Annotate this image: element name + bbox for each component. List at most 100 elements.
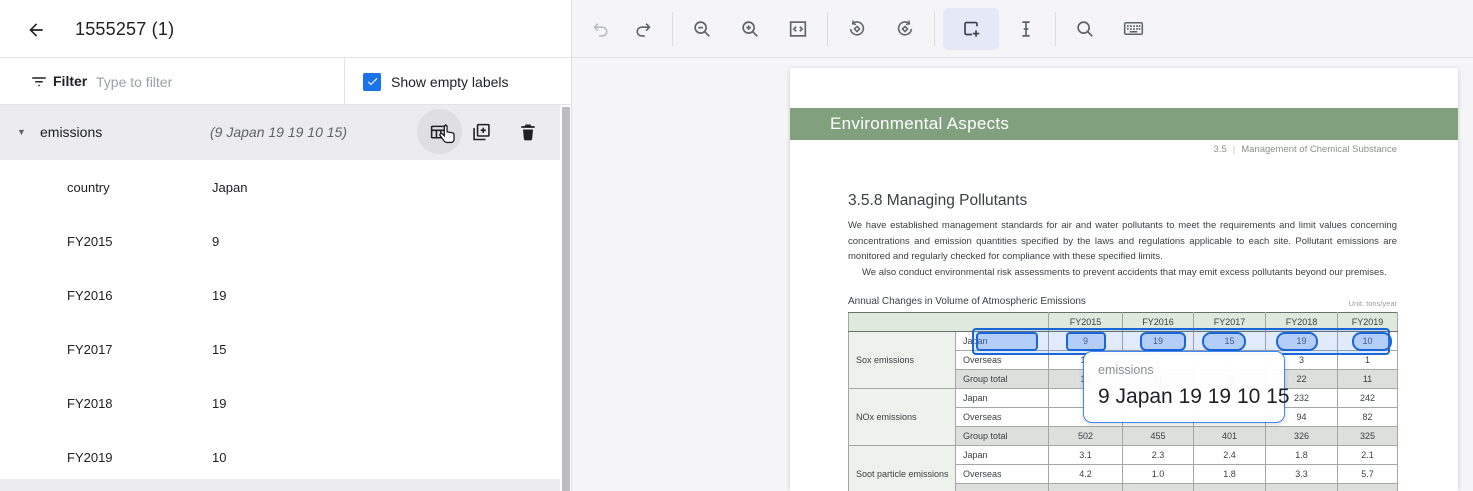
crumb-number: 3.5: [1214, 144, 1227, 155]
filter-icon: [30, 72, 48, 90]
labels-panel: 1555257 (1) Filter Show empty labels ▼ e…: [0, 0, 572, 491]
annotation-box-fy2015[interactable]: [1066, 332, 1106, 351]
redo-button[interactable]: [622, 8, 664, 50]
annotation-box-fy2019[interactable]: [1352, 332, 1392, 351]
table-title: Annual Changes in Volume of Atmospheric …: [848, 296, 1086, 307]
field-row-fy2015[interactable]: FY2015 9: [0, 217, 548, 271]
filter-bar: Filter Show empty labels: [0, 58, 571, 105]
delete-label-button[interactable]: [516, 120, 540, 144]
table-value-cell: [1123, 484, 1194, 491]
field-label: FY2015: [67, 234, 113, 249]
annotation-box-fy2016[interactable]: [1140, 332, 1186, 351]
table-value-cell: 82: [1338, 408, 1398, 427]
document-viewer: Environmental Aspects 3.5|Management of …: [572, 0, 1473, 491]
toolbar-divider: [1055, 12, 1056, 46]
text-select-button[interactable]: [1005, 8, 1047, 50]
table-value-cell: 2.1: [1338, 446, 1398, 465]
field-row-fy2016[interactable]: FY2016 19: [0, 271, 548, 325]
field-label: FY2017: [67, 342, 113, 357]
field-value: 15: [212, 342, 226, 357]
table-value-cell: 4.2: [1049, 465, 1123, 484]
table-subcategory-cell: Group total: [956, 370, 1049, 389]
field-label: country: [67, 180, 110, 195]
table-value-cell: 3.3: [1266, 465, 1338, 484]
table-value-cell: [1338, 484, 1398, 491]
annotation-box-fy2018[interactable]: [1276, 332, 1318, 351]
table-value-cell: 5.7: [1338, 465, 1398, 484]
rotate-right-button[interactable]: [884, 8, 926, 50]
next-label-row-partial: [0, 479, 560, 491]
field-value: 10: [212, 450, 226, 465]
table-category-cell: NOx emissions: [849, 389, 956, 446]
fit-to-width-button[interactable]: [777, 8, 819, 50]
field-label: FY2016: [67, 288, 113, 303]
filter-input[interactable]: [96, 69, 336, 94]
table-value-cell: 326: [1266, 427, 1338, 446]
search-button[interactable]: [1064, 8, 1106, 50]
rotate-left-button[interactable]: [836, 8, 878, 50]
doc-heading: 3.5.8 Managing Pollutants: [848, 192, 1027, 210]
table-value-cell: 242: [1338, 389, 1398, 408]
field-label: FY2018: [67, 396, 113, 411]
table-value-cell: 1.8: [1266, 446, 1338, 465]
field-row-fy2018[interactable]: FY2018 19: [0, 379, 548, 433]
add-region-button-selected[interactable]: [943, 8, 999, 50]
table-value-cell: [1049, 484, 1123, 491]
text-select-icon: [1015, 18, 1037, 40]
table-subcategory-cell: Group total: [956, 427, 1049, 446]
toolbar-divider: [672, 12, 673, 46]
toolbar-divider: [827, 12, 828, 46]
zoom-out-icon: [691, 18, 713, 40]
back-button[interactable]: [20, 14, 52, 46]
add-region-icon: [960, 18, 982, 40]
rotate-right-icon: [894, 18, 916, 40]
duplicate-label-button[interactable]: [469, 120, 493, 144]
annotation-box-fy2017[interactable]: [1202, 332, 1246, 351]
keyboard-button[interactable]: [1112, 8, 1154, 50]
table-value-cell: 1.0: [1123, 465, 1194, 484]
table-subcategory-cell: Japan: [956, 389, 1049, 408]
table-unit-label: Unit: tons/year: [1349, 299, 1397, 308]
table-category-cell: Sox emissions: [849, 332, 956, 389]
panel-header: 1555257 (1): [0, 0, 571, 58]
viewer-toolbar: [572, 0, 1473, 58]
keyboard-icon: [1122, 17, 1145, 40]
field-row-country[interactable]: country Japan: [0, 163, 548, 217]
zoom-out-button[interactable]: [681, 8, 723, 50]
table-value-cell: 325: [1338, 427, 1398, 446]
field-value: 19: [212, 288, 226, 303]
zoom-in-button[interactable]: [729, 8, 771, 50]
table-value-cell: [1266, 484, 1338, 491]
field-value: Japan: [212, 180, 247, 195]
table-value-cell: 1.8: [1194, 465, 1266, 484]
document-title: 1555257 (1): [75, 0, 174, 58]
rotate-left-icon: [846, 18, 868, 40]
undo-button[interactable]: [580, 8, 622, 50]
page-canvas[interactable]: Environmental Aspects 3.5|Management of …: [572, 58, 1473, 491]
fit-code-icon: [787, 18, 809, 40]
crumb-divider: |: [1227, 144, 1241, 155]
back-arrow-icon: [26, 20, 46, 40]
trash-icon: [518, 122, 538, 142]
expander-triangle-icon[interactable]: ▼: [17, 127, 26, 137]
document-page: Environmental Aspects 3.5|Management of …: [790, 68, 1458, 491]
field-row-fy2017[interactable]: FY2017 15: [0, 325, 548, 379]
scrollbar-thumb[interactable]: [562, 107, 570, 491]
field-value: 9: [212, 234, 219, 249]
label-group-summary: (9 Japan 19 19 10 15): [210, 124, 347, 140]
table-subcategory-cell: Japan: [956, 446, 1049, 465]
annotation-box-japan[interactable]: [976, 332, 1038, 351]
tooltip-value: 9 Japan 19 19 10 15: [1098, 385, 1270, 409]
table-value-cell: 11: [1338, 370, 1398, 389]
filter-label: Filter: [53, 72, 87, 91]
show-empty-labels-control: Show empty labels: [344, 58, 572, 105]
crumb-title: Management of Chemical Substance: [1241, 144, 1397, 155]
doc-paragraph: We have established management standards…: [848, 218, 1397, 265]
tooltip-label: emissions: [1098, 363, 1270, 377]
zoom-in-icon: [739, 18, 761, 40]
table-value-cell: 455: [1123, 427, 1194, 446]
table-row: Soot particle emissionsJapan3.12.32.41.8…: [849, 446, 1398, 465]
table-subcategory-cell: Overseas: [956, 465, 1049, 484]
table-value-cell: 401: [1194, 427, 1266, 446]
show-empty-labels-checkbox[interactable]: [363, 73, 381, 91]
